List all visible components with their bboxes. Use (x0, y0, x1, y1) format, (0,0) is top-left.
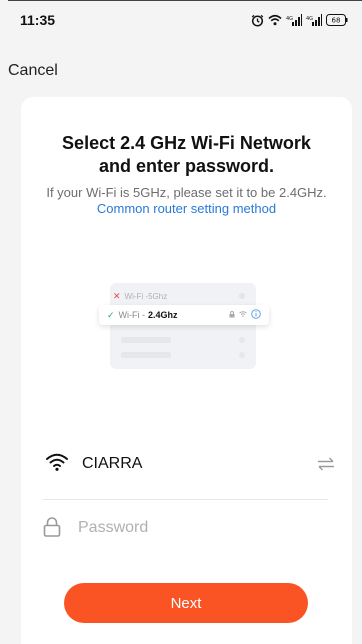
alarm-icon (251, 14, 264, 27)
subtitle-text: If your Wi-Fi is 5GHz, please set it to … (46, 185, 327, 200)
router-settings-link[interactable]: Common router setting method (97, 201, 276, 216)
wifi-ssid: CIARRA (82, 455, 143, 472)
password-row (43, 515, 333, 541)
status-bar: 11:35 4G 4G 68 (0, 0, 362, 40)
svg-text:4G: 4G (286, 16, 293, 22)
row-24ghz-band: 2.4Ghz (148, 310, 178, 320)
wifi-icon (268, 14, 282, 26)
battery-level: 68 (332, 17, 341, 25)
info-icon (251, 309, 261, 319)
next-button[interactable]: Next (64, 583, 308, 623)
illustration-row-24ghz: ✓ Wi-Fi - 2.4Ghz (99, 305, 269, 325)
lock-icon (229, 310, 235, 317)
wifi-setup-card: Select 2.4 GHz Wi-Fi Network and enter p… (21, 97, 352, 644)
battery-icon: 68 (326, 14, 348, 26)
signal-icon: 4G (286, 14, 302, 26)
row-5ghz-band: 5Ghz (148, 291, 168, 301)
status-icons: 4G 4G 68 (251, 14, 348, 27)
field-divider (43, 499, 328, 500)
illustration-row-5ghz: ✕ Wi-Fi - 5Ghz (113, 288, 253, 304)
check-icon: ✓ (107, 309, 115, 320)
placeholder-dot (239, 352, 245, 358)
svg-text:4G: 4G (306, 16, 313, 22)
row-24ghz-icons (229, 309, 261, 319)
cancel-button[interactable]: Cancel (8, 62, 58, 80)
page-title: Select 2.4 GHz Wi-Fi Network and enter p… (62, 133, 311, 176)
placeholder-dot (239, 337, 245, 343)
lock-icon (43, 517, 61, 537)
placeholder-bar (121, 352, 171, 358)
status-time: 11:35 (20, 12, 56, 28)
row-5ghz-prefix: Wi-Fi - (124, 291, 149, 301)
placeholder-dot (239, 293, 245, 299)
password-input[interactable] (78, 515, 318, 541)
wifi-network-row[interactable]: CIARRA (45, 452, 335, 478)
wifi-icon (46, 453, 68, 471)
signal-icon: 4G (306, 14, 322, 26)
cross-icon: ✕ (113, 290, 121, 301)
row-24ghz-prefix: Wi-Fi - (118, 310, 146, 320)
wifi-icon (239, 311, 247, 317)
placeholder-bar (121, 337, 171, 343)
page-subtitle: If your Wi-Fi is 5GHz, please set it to … (21, 185, 352, 217)
switch-network-icon[interactable] (317, 457, 335, 471)
wifi-band-illustration: ✕ Wi-Fi - 5Ghz ✓ Wi-Fi - 2.4Ghz (99, 283, 269, 373)
